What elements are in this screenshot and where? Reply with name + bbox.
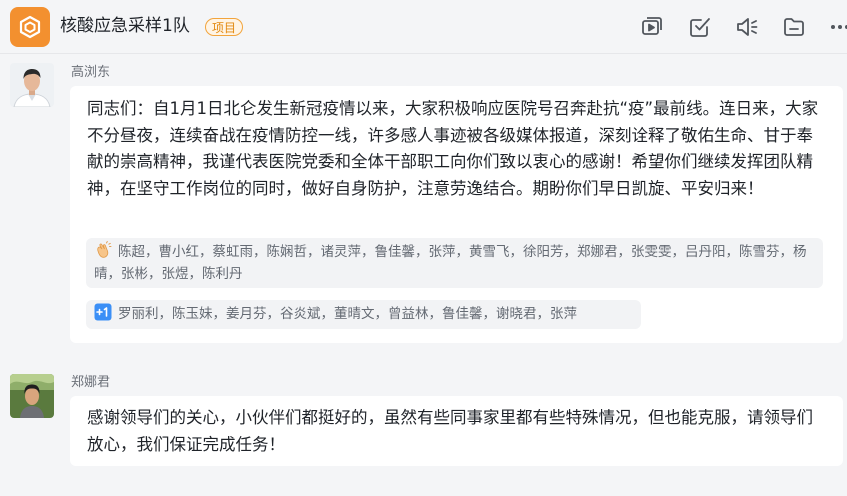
reaction-names: 罗丽利，陈玉妹，姜月芬，谷炎斌，董晴文，曾益林，鲁佳馨，谢晓君，张萍	[118, 306, 577, 322]
chat-title[interactable]: 核酸应急采样1队	[60, 15, 190, 37]
message-bubble: 同志们：自1月1日北仑发生新冠疫情以来，大家积极响应医院号召奔赴抗“疫”最前线。…	[70, 86, 843, 343]
announcement-icon[interactable]	[735, 15, 759, 39]
plus-one-icon	[94, 303, 112, 321]
clap-icon	[94, 241, 112, 259]
reaction-names: 陈超，曹小红，蔡虹雨，陈娴哲，诸灵萍，鲁佳馨，张萍，黄雪飞，徐阳芳，郑娜君，张雯…	[94, 244, 807, 282]
avatar[interactable]	[10, 63, 54, 107]
sender-name[interactable]: 郑娜君	[71, 375, 110, 391]
folder-icon[interactable]	[782, 15, 806, 39]
avatar[interactable]	[10, 374, 54, 418]
message-text: 同志们：自1月1日北仑发生新冠疫情以来，大家积极响应医院号召奔赴抗“疫”最前线。…	[87, 99, 819, 198]
reaction-plus-one[interactable]: 罗丽利，陈玉妹，姜月芬，谷炎斌，董晴文，曾益林，鲁佳馨，谢晓君，张萍	[86, 300, 641, 329]
message-text: 感谢领导们的关心，小伙伴们都挺好的，虽然有些同事家里都有些特殊情况，但也能克服，…	[87, 408, 813, 454]
message-bubble: 感谢领导们的关心，小伙伴们都挺好的，虽然有些同事家里都有些特殊情况，但也能克服，…	[70, 396, 843, 466]
group-logo-icon[interactable]	[10, 7, 50, 47]
chat-header: 核酸应急采样1队 项目	[0, 0, 847, 54]
task-check-icon[interactable]	[688, 15, 712, 39]
reaction-clap[interactable]: 陈超，曹小红，蔡虹雨，陈娴哲，诸灵萍，鲁佳馨，张萍，黄雪飞，徐阳芳，郑娜君，张雯…	[86, 238, 823, 288]
more-icon[interactable]	[829, 15, 847, 39]
sender-name[interactable]: 高浏东	[71, 65, 110, 81]
video-meeting-icon[interactable]	[640, 15, 664, 39]
project-tag: 项目	[205, 18, 244, 36]
